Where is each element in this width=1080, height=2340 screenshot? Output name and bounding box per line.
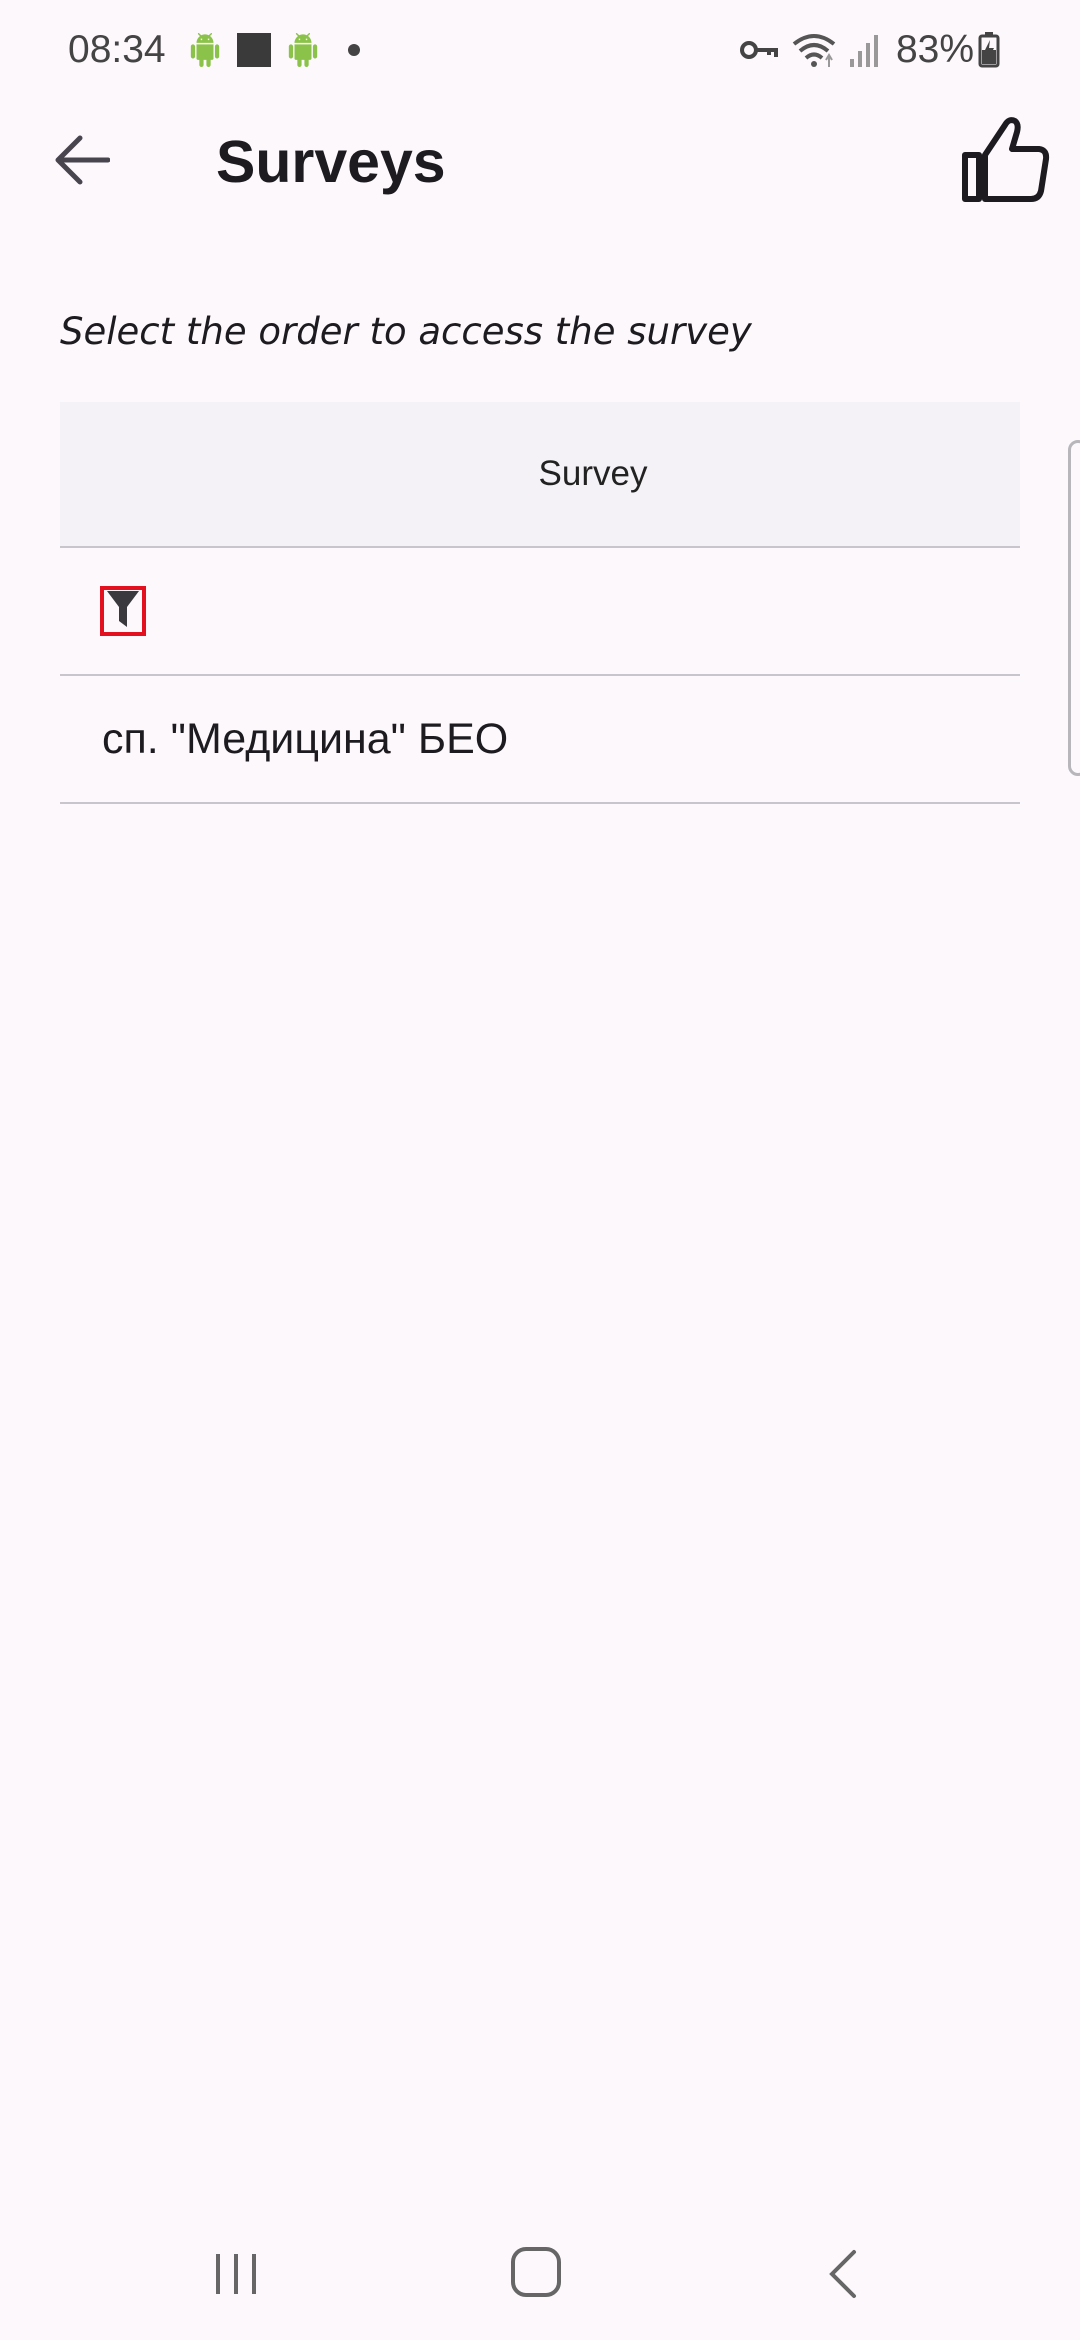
wifi-icon — [792, 32, 836, 68]
home-icon — [510, 2246, 562, 2303]
table-header: Survey — [60, 402, 1020, 548]
vpn-key-icon — [739, 38, 780, 62]
status-left: 08:34 — [68, 28, 360, 72]
android-icon — [188, 33, 222, 67]
status-right: 83% — [739, 28, 1012, 72]
survey-table: Survey сп. "Медицина" БЕО — [60, 402, 1020, 804]
home-button[interactable] — [506, 2244, 566, 2304]
filter-row — [60, 548, 1020, 676]
page-title: Surveys — [216, 129, 446, 195]
column-header-survey[interactable]: Survey — [539, 454, 648, 494]
signal-icon — [848, 33, 878, 67]
battery-percent: 83% — [895, 28, 974, 71]
android-icon — [286, 33, 320, 67]
back-button[interactable] — [42, 122, 122, 202]
notification-dot — [347, 44, 360, 56]
scroll-indicator[interactable] — [1068, 440, 1080, 776]
nav-back-button[interactable] — [812, 2246, 872, 2306]
row-label: сп. "Медицина" БЕО — [102, 714, 509, 763]
battery-charging-icon — [978, 32, 1000, 68]
screen: 08:34 83% Surveys Select the order to ac… — [0, 0, 1080, 2340]
recents-button[interactable] — [206, 2246, 266, 2306]
app-bar: Surveys — [0, 100, 1080, 232]
filter-icon — [106, 589, 140, 634]
arrow-left-icon — [54, 135, 111, 190]
square-icon — [236, 32, 272, 68]
like-button[interactable] — [956, 112, 1056, 212]
status-bar: 08:34 83% — [0, 0, 1080, 100]
recents-icon — [212, 2250, 260, 2303]
instruction-text: Select the order to access the survey — [60, 310, 752, 353]
filter-button[interactable] — [100, 586, 146, 636]
back-icon — [822, 2248, 862, 2305]
status-time: 08:34 — [68, 28, 166, 71]
thumbs-up-icon — [961, 115, 1051, 210]
table-row[interactable]: сп. "Медицина" БЕО — [60, 676, 1020, 804]
nav-bar — [0, 2220, 1080, 2340]
